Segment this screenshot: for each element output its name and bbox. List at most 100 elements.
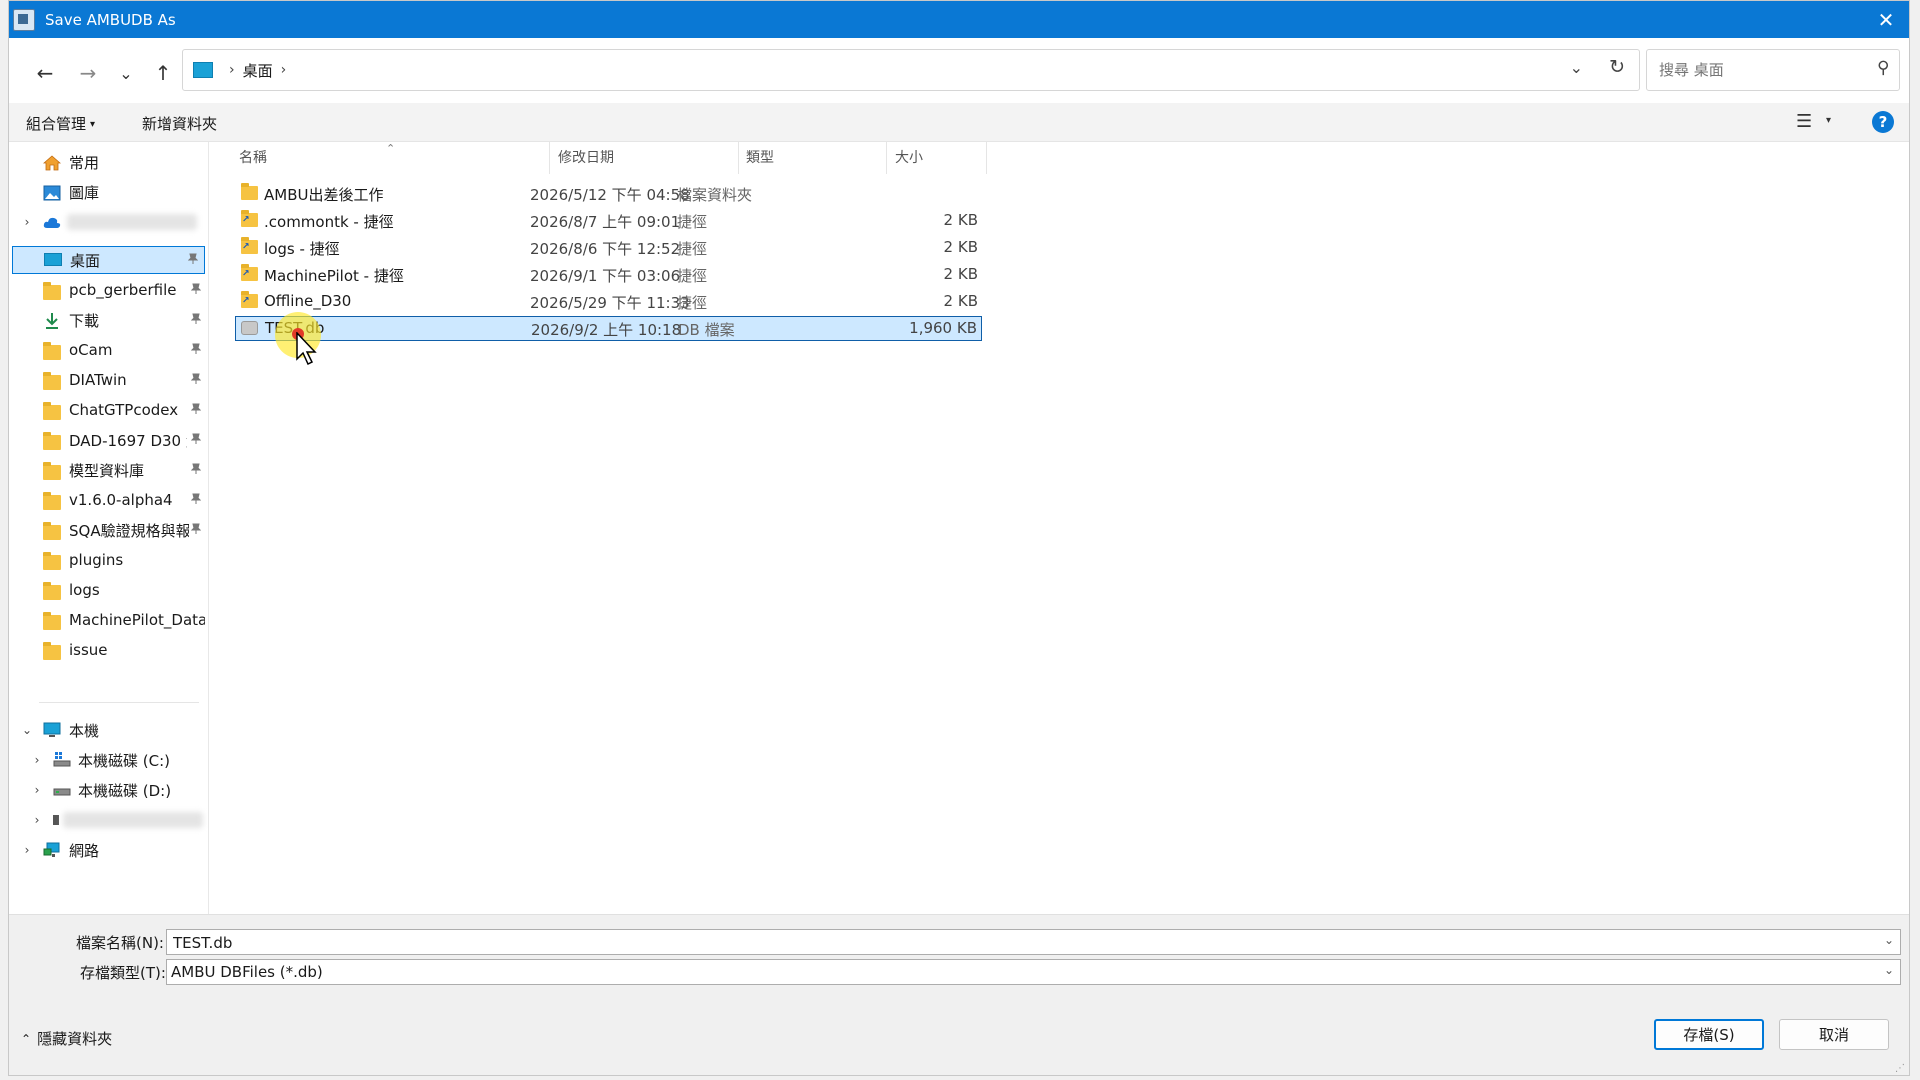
file-row-offline-d30[interactable]: Offline_D30 2026/5/29 下午 11:33 捷徑 2 KB [235,289,982,314]
address-dropdown-icon[interactable]: ⌄ [1570,58,1583,77]
breadcrumb-separator[interactable]: › [229,62,235,78]
file-size: 2 KB [943,211,978,229]
folder-icon [43,522,61,540]
sidebar-item-chatgtpcodex[interactable]: ChatGTPcodex [9,396,207,424]
chevron-right-icon[interactable]: › [31,783,43,797]
sidebar-item-dad-1697[interactable]: DAD-1697 D30 量 [9,426,207,454]
view-options-icon[interactable]: ☰ [1796,111,1812,132]
chevron-right-icon[interactable]: › [21,215,33,229]
sidebar-item-home[interactable]: 常用 [9,148,207,176]
organize-label: 組合管理 [26,115,87,133]
chevron-down-icon[interactable]: ⌄ [21,723,33,737]
sidebar-item-drive-d[interactable]: › 本機磁碟 (D:) [9,776,207,804]
pin-icon [190,283,202,298]
caret-down-icon: ▾ [90,119,96,130]
pin-icon [190,313,202,328]
sidebar-item-downloads[interactable]: 下載 [9,306,207,334]
file-type: 檔案資料夾 [677,186,753,204]
breadcrumb-desktop[interactable]: 桌面 [243,60,273,81]
shortcut-folder-icon [241,210,258,227]
column-header-modified[interactable]: 修改日期 [558,142,614,172]
home-icon [42,155,62,171]
column-divider[interactable] [738,142,739,174]
file-row-test-db[interactable]: TEST.db 2026/9/2 上午 10:18 DB 檔案 1,960 KB [235,316,982,341]
save-as-dialog: Save AMBUDB As ✕ ← → ⌄ ↑ › 桌面 › ⌄ ↻ ⚲ 組合… [8,0,1910,1076]
column-header-type[interactable]: 類型 [746,142,774,172]
drive-icon [53,751,71,767]
sidebar-item-plugins[interactable]: plugins [9,546,207,574]
help-button[interactable]: ? [1872,111,1894,133]
search-icon[interactable]: ⚲ [1877,58,1889,78]
file-row-ambu-folder[interactable]: AMBU出差後工作 2026/5/12 下午 04:58 檔案資料夾 [235,181,982,206]
search-box[interactable]: ⚲ [1646,49,1900,91]
save-button[interactable]: 存檔(S) [1654,1019,1764,1050]
column-header-label: 大小 [895,150,923,166]
filename-input[interactable] [171,933,1735,953]
pin-icon [190,373,202,388]
command-bar: 組合管理 ▾ 新增資料夾 ☰ ▾ ? [9,103,1909,142]
recent-locations-button[interactable]: ⌄ [111,58,141,88]
column-divider[interactable] [549,142,550,174]
shortcut-folder-icon [241,264,258,281]
sidebar-item-sqa[interactable]: SQA驗證規格與報 [9,516,207,544]
chevron-down-icon[interactable]: ⌄ [1884,963,1894,977]
up-button[interactable]: ↑ [148,58,178,88]
new-folder-label: 新增資料夾 [142,115,218,133]
title-bar: Save AMBUDB As ✕ [9,1,1909,38]
sidebar-item-diatwin[interactable]: DIATwin [9,366,207,394]
sidebar-item-issue[interactable]: issue [9,636,207,664]
sidebar-item-ocam[interactable]: oCam [9,336,207,364]
sidebar-item-onedrive[interactable]: › [9,208,207,236]
close-button[interactable]: ✕ [1863,1,1909,38]
column-header-name[interactable]: 名稱 [239,142,267,172]
new-folder-button[interactable]: 新增資料夾 [142,113,217,134]
column-divider[interactable] [986,142,987,174]
sidebar-item-pcb-gerberfile[interactable]: pcb_gerberfile [9,276,207,304]
file-row-commontk[interactable]: .commontk - 捷徑 2026/8/7 上午 09:01 捷徑 2 KB [235,208,982,233]
file-row-logs-shortcut[interactable]: logs - 捷徑 2026/8/6 下午 12:52 捷徑 2 KB [235,235,982,260]
sidebar-item-drive-c[interactable]: › 本機磁碟 (C:) [9,746,207,774]
column-header-size[interactable]: 大小 [895,142,923,172]
resize-grip-icon[interactable]: ⋰ [1895,1063,1905,1074]
sidebar-item-model-db[interactable]: 模型資料庫 [9,456,207,484]
breadcrumb-separator[interactable]: › [281,62,287,78]
save-form: 檔案名稱(N): ⌄ 存檔類型(T): AMBU DBFiles (*.db) … [9,914,1909,1075]
back-button[interactable]: ← [30,58,60,88]
filetype-label: 存檔類型(T): [80,964,166,982]
chevron-right-icon[interactable]: › [21,843,33,857]
sidebar-item-network-drive[interactable]: › [9,806,207,834]
column-header-label: 類型 [746,150,774,166]
chevron-up-icon: ⌃ [21,1031,32,1046]
sidebar-item-network[interactable]: › 網路 [9,836,207,864]
sidebar-item-label: plugins [69,551,124,569]
sidebar-item-this-pc[interactable]: ⌄ 本機 [9,716,207,744]
file-size: 2 KB [943,292,978,310]
view-caret-icon[interactable]: ▾ [1826,115,1831,126]
redacted-label [63,812,203,828]
sidebar-item-gallery[interactable]: 圖庫 [9,178,207,206]
pin-icon [190,523,202,538]
address-bar[interactable]: › 桌面 › ⌄ ↻ [182,49,1640,91]
cancel-button[interactable]: 取消 [1779,1019,1889,1050]
column-divider[interactable] [886,142,887,174]
sidebar-item-machinepilot-datab[interactable]: MachinePilot_Datab [9,606,207,634]
chevron-down-icon[interactable]: ⌄ [1884,933,1894,947]
organize-button[interactable]: 組合管理 ▾ [26,113,95,134]
chevron-right-icon[interactable]: › [31,753,43,767]
filetype-select[interactable]: AMBU DBFiles (*.db) ⌄ [166,959,1901,985]
chevron-right-icon[interactable]: › [31,813,43,827]
hide-folders-toggle[interactable]: ⌃ 隱藏資料夾 [21,1028,112,1049]
sidebar-item-logs[interactable]: logs [9,576,207,604]
refresh-icon[interactable]: ↻ [1609,56,1625,78]
shortcut-folder-icon [241,237,258,254]
sidebar-item-v160-alpha4[interactable]: v1.6.0-alpha4 [9,486,207,514]
forward-button[interactable]: → [73,58,103,88]
sidebar-item-desktop[interactable]: 桌面 [12,246,205,274]
sidebar-item-label: SQA驗證規格與報 [69,521,189,540]
sidebar-item-label: MachinePilot_Datab [69,611,205,629]
filename-combobox[interactable]: ⌄ [166,929,1901,955]
folder-icon [43,612,61,630]
search-input[interactable] [1657,60,1861,80]
file-row-machinepilot-shortcut[interactable]: MachinePilot - 捷徑 2026/9/1 下午 03:06 捷徑 2… [235,262,982,287]
sidebar-item-label: pcb_gerberfile [69,281,177,299]
